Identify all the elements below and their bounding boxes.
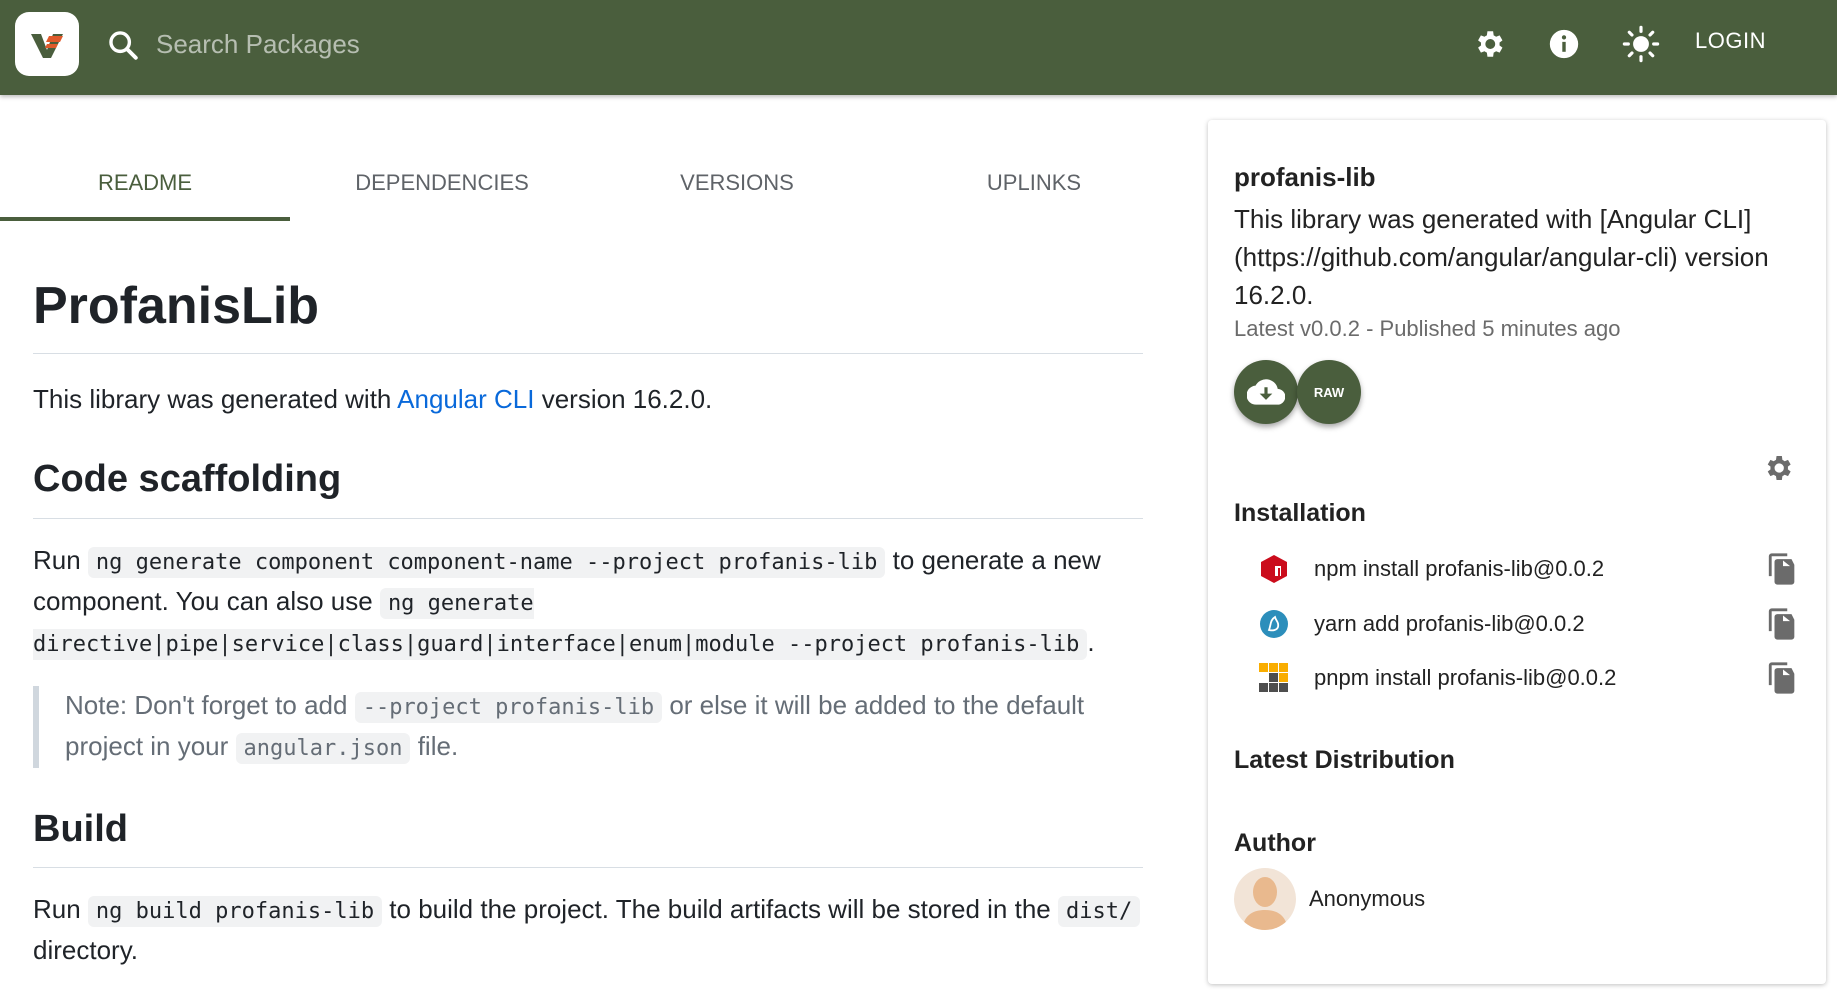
note-text-1: Note: Don't forget to add (65, 689, 355, 720)
scaffold-text-3: . (1087, 626, 1095, 657)
build-code-2: dist/ (1057, 896, 1141, 927)
verdaccio-logo[interactable] (15, 12, 79, 76)
info-icon (1549, 29, 1579, 59)
settings-button[interactable] (1469, 24, 1509, 64)
readme-intro: This library was generated with Angular … (33, 380, 1143, 418)
package-tabs: README DEPENDENCIES VERSIONS UPLINKS (0, 155, 1186, 221)
build-text-2: to build the project. The build artifact… (382, 894, 1058, 924)
package-name: profanis-lib (1234, 162, 1376, 192)
raw-button[interactable]: RAW (1297, 360, 1361, 424)
author-name: Anonymous (1309, 886, 1426, 911)
theme-toggle-button[interactable] (1621, 24, 1661, 64)
install-settings-icon[interactable] (1762, 452, 1794, 484)
tab-readme[interactable]: README (0, 155, 290, 221)
note-blockquote: Note: Don't forget to add --project prof… (33, 685, 1143, 768)
install-command-yarn: yarn add profanis-lib@0.0.2 (1314, 611, 1585, 636)
install-row-pnpm: pnpm install profanis-lib@0.0.2 (1234, 653, 1800, 703)
install-row-yarn: yarn add profanis-lib@0.0.2 (1234, 599, 1800, 649)
readme-title: ProfanisLib (33, 240, 1143, 354)
package-meta: Latest v0.0.2 - Published 5 minutes ago (1234, 316, 1621, 341)
copy-icon[interactable] (1766, 552, 1800, 586)
install-row-npm: npm install profanis-lib@0.0.2 (1234, 544, 1800, 594)
build-text-3: directory. (33, 935, 138, 965)
installation-title: Installation (1234, 499, 1366, 527)
build-paragraph: Run ng build profanis-lib to build the p… (33, 890, 1143, 969)
tab-versions[interactable]: VERSIONS (592, 155, 882, 221)
build-code-1: ng build profanis-lib (87, 896, 383, 927)
latest-distribution-title: Latest Distribution (1234, 746, 1455, 774)
intro-text: This library was generated with (33, 384, 398, 414)
note-code-2: angular.json (235, 732, 411, 764)
npm-icon (1256, 551, 1292, 587)
note-text-3: file. (410, 730, 459, 761)
tab-dependencies[interactable]: DEPENDENCIES (297, 155, 587, 221)
scaffold-paragraph: Run ng generate component component-name… (33, 541, 1143, 664)
sun-icon (1622, 25, 1660, 63)
person-avatar-icon (1242, 877, 1288, 930)
yarn-icon (1256, 606, 1292, 642)
scaffold-text-1: Run (33, 544, 88, 575)
intro-text-end: version 16.2.0. (534, 384, 713, 414)
copy-icon[interactable] (1766, 607, 1800, 641)
search-icon (109, 31, 138, 60)
active-tab-indicator (0, 217, 290, 221)
download-button[interactable] (1234, 360, 1298, 424)
install-command-npm: npm install profanis-lib@0.0.2 (1314, 556, 1605, 581)
build-heading: Build (33, 806, 1143, 868)
package-info-card: profanis-lib This library was generated … (1208, 120, 1826, 984)
scaffold-code-1: ng generate component component-name --p… (87, 546, 886, 578)
info-button[interactable] (1544, 24, 1584, 64)
login-button[interactable]: LOGIN (1695, 28, 1766, 54)
readme-content: ProfanisLib This library was generated w… (33, 240, 1143, 991)
author-title: Author (1234, 829, 1316, 857)
avatar (1234, 868, 1296, 930)
app-header: LOGIN (0, 0, 1837, 95)
angular-cli-link[interactable]: Angular CLI (397, 384, 534, 414)
cloud-download-icon (1247, 379, 1285, 405)
build-text-1: Run (33, 894, 88, 924)
search-input[interactable] (156, 24, 656, 64)
package-description: This library was generated with [Angular… (1234, 204, 1769, 310)
copy-icon[interactable] (1766, 661, 1800, 695)
install-command-pnpm: pnpm install profanis-lib@0.0.2 (1314, 665, 1617, 690)
logo-icon (31, 34, 63, 58)
gear-icon (1478, 31, 1503, 57)
scaffold-heading: Code scaffolding (33, 456, 1143, 519)
note-code-1: --project profanis-lib (354, 691, 663, 723)
tab-uplinks[interactable]: UPLINKS (889, 155, 1179, 221)
pnpm-icon (1256, 660, 1292, 696)
